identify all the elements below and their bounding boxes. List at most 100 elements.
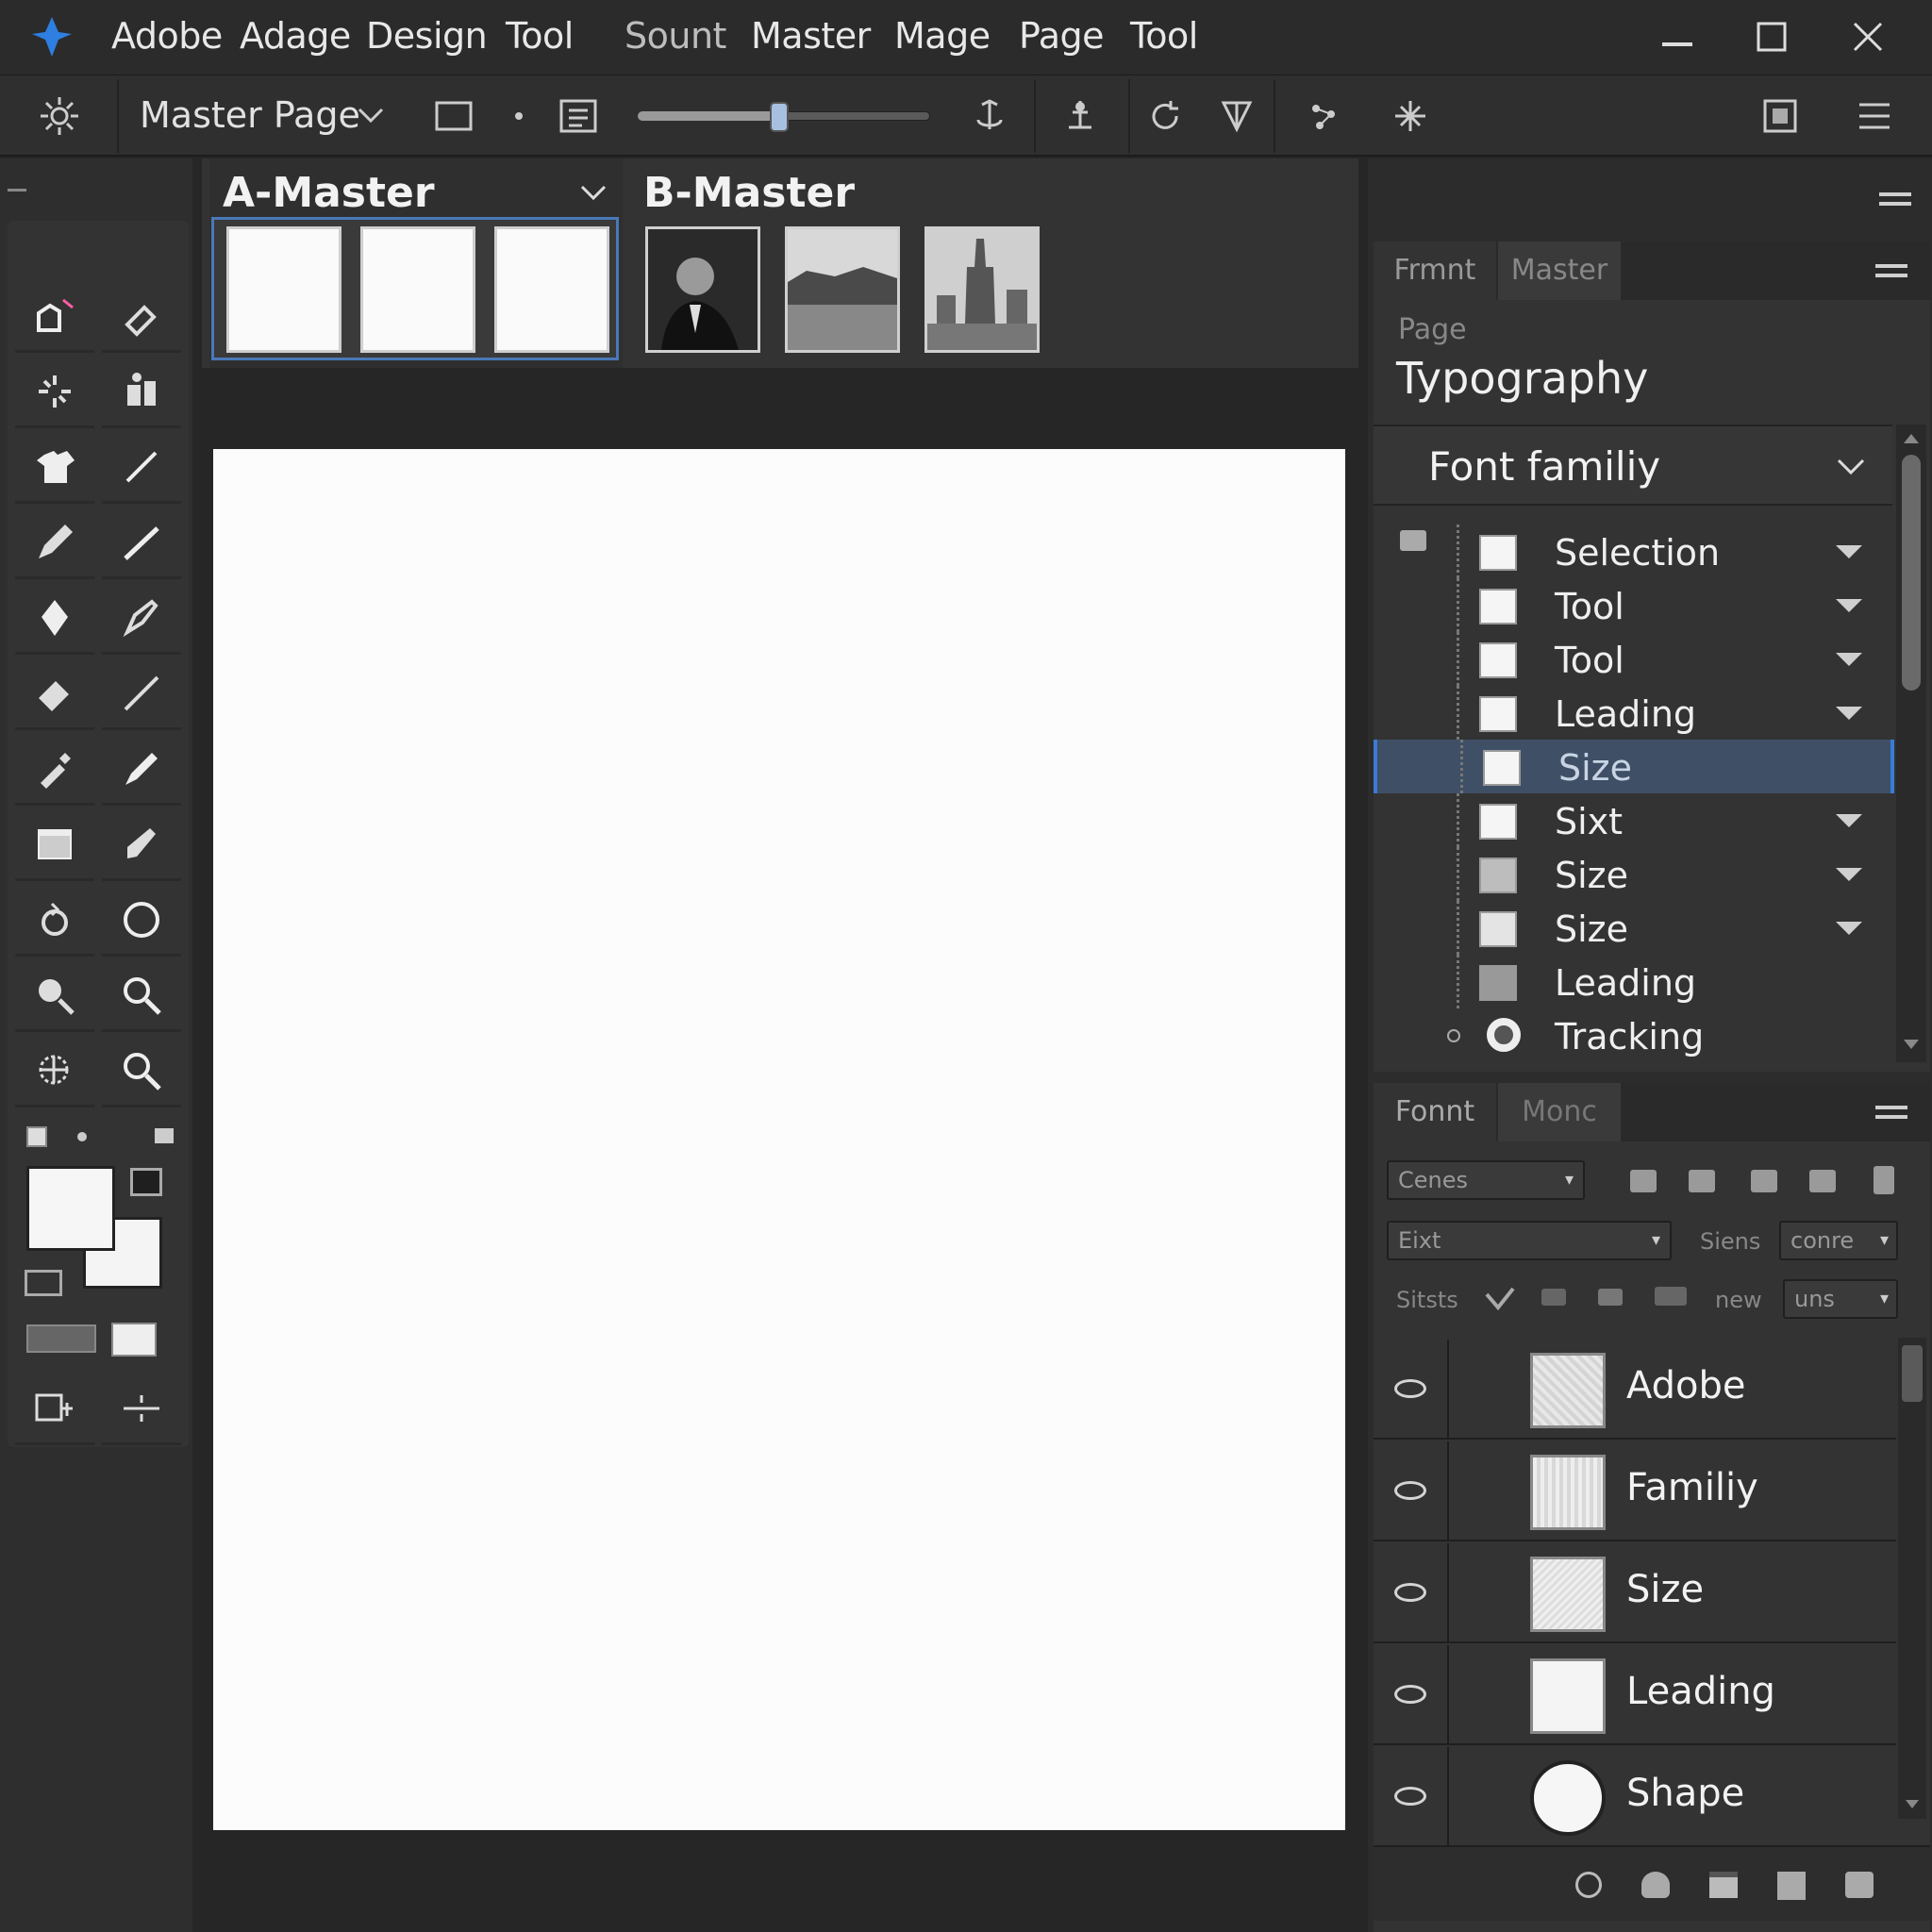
sparkle-tool-icon[interactable] [15, 357, 94, 428]
line-tool-icon[interactable] [102, 432, 181, 504]
justify-icon[interactable] [1809, 1170, 1836, 1192]
chevron-down-icon[interactable] [579, 183, 608, 204]
search-tool-icon[interactable] [102, 960, 181, 1032]
property-row-leading-2[interactable]: Leading [1374, 955, 1894, 1008]
default-colors-icon[interactable] [26, 1126, 47, 1147]
more-options-icon[interactable] [1874, 1166, 1894, 1194]
document-canvas[interactable] [213, 449, 1345, 1830]
property-row-size[interactable]: Size [1374, 847, 1894, 901]
frame-rectangle-icon[interactable] [426, 89, 481, 143]
fill-color-swatch[interactable] [26, 1166, 115, 1251]
style-select[interactable]: Eixt ▾ [1387, 1221, 1672, 1260]
menu-design[interactable]: Design [366, 15, 488, 57]
size-select[interactable]: conre ▾ [1779, 1221, 1898, 1260]
scrollbar-thumb[interactable] [1902, 1345, 1923, 1402]
menu-adage[interactable]: Adage [240, 15, 351, 57]
align-right-icon[interactable] [1751, 1170, 1777, 1192]
layer-row-size[interactable]: Size [1374, 1543, 1896, 1643]
pen-tool-icon[interactable] [15, 583, 94, 655]
row3-select[interactable]: uns ▾ [1783, 1279, 1898, 1319]
close-button[interactable] [1823, 0, 1913, 74]
font-family-dropdown[interactable]: Font familiy [1374, 425, 1892, 506]
tab-fonnt[interactable]: Fonnt [1374, 1083, 1496, 1141]
visibility-eye-icon[interactable] [1394, 1583, 1426, 1602]
rotate-icon[interactable] [1138, 89, 1192, 143]
property-row-sixt[interactable]: Sixt [1374, 793, 1894, 847]
layers-scrollbar[interactable] [1898, 1338, 1926, 1819]
tab-master[interactable]: Master [1498, 242, 1621, 300]
preview-view-button[interactable] [111, 1323, 157, 1357]
property-row-tool-2[interactable]: Tool [1374, 632, 1894, 686]
tracking-icon[interactable] [1598, 1289, 1623, 1306]
frame-mode-icon[interactable] [25, 1270, 62, 1296]
layer-row-familiy[interactable]: Familiy [1374, 1441, 1896, 1541]
property-row-size-selected[interactable]: Size [1374, 740, 1894, 793]
dropdown-arrow-icon[interactable] [1836, 868, 1862, 881]
visibility-eye-icon[interactable] [1394, 1787, 1426, 1806]
property-row-selection[interactable]: Selection [1374, 525, 1894, 578]
flip-icon[interactable] [1209, 89, 1264, 143]
baseline-icon[interactable] [1655, 1287, 1687, 1306]
layer-row-shape[interactable]: Shape [1374, 1747, 1896, 1847]
rectangle-frame-icon[interactable] [15, 809, 94, 881]
maximize-button[interactable] [1726, 0, 1817, 74]
sun-settings-icon[interactable] [32, 89, 87, 143]
typography-scrollbar[interactable] [1896, 425, 1926, 1062]
new-circle-icon[interactable] [1575, 1872, 1602, 1898]
visibility-eye-icon[interactable] [1394, 1685, 1426, 1704]
menu-icon[interactable] [1847, 89, 1902, 143]
page-thumb-landscape[interactable] [785, 226, 900, 353]
align-left-icon[interactable] [1630, 1170, 1657, 1192]
align-center-icon[interactable] [1689, 1170, 1715, 1192]
scatter-icon[interactable] [1296, 89, 1351, 143]
property-row-size-2[interactable]: Size [1374, 901, 1894, 955]
rotate-tool-icon[interactable] [15, 885, 94, 957]
b-master-title[interactable]: B-Master [630, 162, 855, 225]
menu-master[interactable]: Master [751, 15, 871, 57]
fill-mode-icon[interactable] [130, 1168, 162, 1196]
ellipse-tool-icon[interactable] [102, 885, 181, 957]
eraser-block-icon[interactable] [15, 658, 94, 730]
checkmark-icon[interactable] [1483, 1285, 1517, 1315]
nib-tool-icon[interactable] [102, 583, 181, 655]
page-thumb-cathedral[interactable] [924, 226, 1040, 353]
swap-colors-icon[interactable] [155, 1128, 174, 1143]
zoom-slider-handle[interactable] [770, 102, 789, 132]
frame-tool-icon[interactable] [15, 281, 94, 353]
zoom-slider[interactable] [638, 102, 940, 132]
eraser-tool-icon[interactable] [102, 281, 181, 353]
knife-tool-icon[interactable] [102, 658, 181, 730]
gap-tool-icon[interactable] [102, 1374, 181, 1445]
shirt-tool-icon[interactable] [15, 432, 94, 504]
scroll-up-arrow-icon[interactable] [1904, 434, 1919, 443]
visibility-eye-icon[interactable] [1394, 1481, 1426, 1500]
page-thumb-a2[interactable] [360, 226, 475, 353]
tab-monc[interactable]: Monc [1498, 1083, 1621, 1141]
panel-toggle-icon[interactable] [1753, 89, 1807, 143]
group-layer-icon[interactable] [1709, 1872, 1738, 1898]
dropdown-arrow-icon[interactable] [1836, 545, 1862, 558]
visibility-eye-icon[interactable] [1394, 1379, 1426, 1398]
screen-mode-icon[interactable] [15, 1374, 94, 1445]
page-thumb-a3[interactable] [494, 226, 609, 353]
menu-page[interactable]: Page [1019, 15, 1105, 57]
radio-selected-icon[interactable] [1487, 1018, 1521, 1052]
dropdown-arrow-icon[interactable] [1836, 653, 1862, 666]
app-logo-icon[interactable] [28, 13, 75, 60]
zoom-tool-icon[interactable] [15, 960, 94, 1032]
layer-row-leading[interactable]: Leading [1374, 1645, 1896, 1745]
menu-tool-2[interactable]: Tool [1130, 15, 1198, 57]
brush-tool-icon[interactable] [102, 508, 181, 579]
dropdown-arrow-icon[interactable] [1836, 707, 1862, 720]
menu-sount[interactable]: Sount [625, 15, 726, 57]
grid-tool-icon[interactable] [15, 1036, 94, 1108]
pencil-tool-icon[interactable] [15, 508, 94, 579]
menu-tool[interactable]: Tool [506, 15, 574, 57]
tools-collapse-arrow-icon[interactable] [8, 189, 26, 198]
kerning-icon[interactable] [1541, 1289, 1566, 1306]
anchor-icon[interactable] [962, 89, 1017, 143]
a-master-title[interactable]: A-Master [209, 162, 435, 225]
bucket-tool-icon[interactable] [102, 357, 181, 428]
magnify-tool-icon[interactable] [102, 1036, 181, 1108]
smudge-tool-icon[interactable] [102, 809, 181, 881]
